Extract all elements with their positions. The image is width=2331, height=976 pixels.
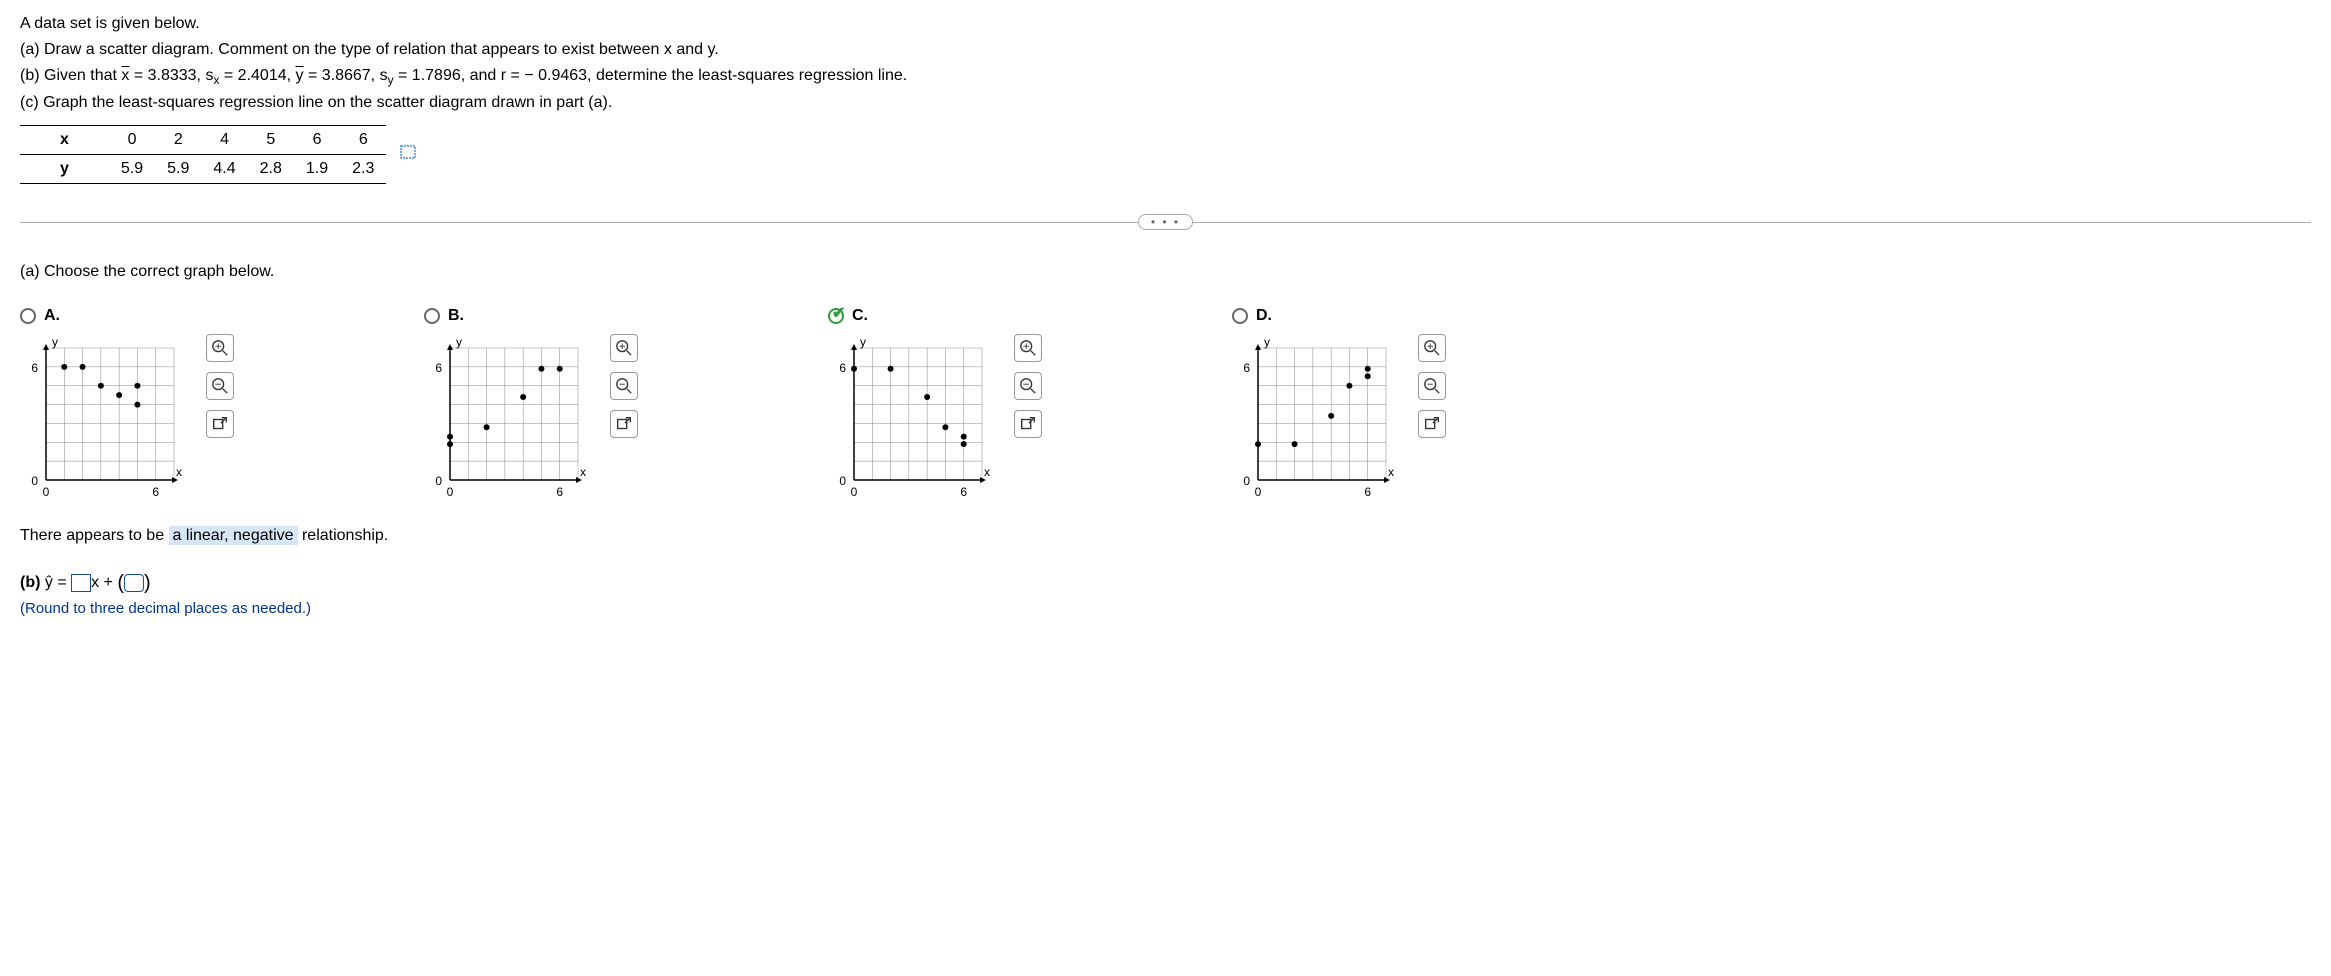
problem-statement: A data set is given below. (a) Draw a sc… [20,12,2311,115]
svg-text:6: 6 [1243,361,1250,375]
svg-text:0: 0 [447,485,454,499]
option-label: B. [448,304,464,328]
rounding-instruction: (Round to three decimal places as needed… [20,598,2311,621]
svg-text:6: 6 [435,361,442,375]
svg-text:0: 0 [43,485,50,499]
zoom-in-icon[interactable] [610,334,638,362]
zoom-in-icon[interactable] [1418,334,1446,362]
section-divider: • • • [20,214,2311,230]
popout-icon[interactable] [206,410,234,438]
option-label: D. [1256,304,1272,328]
part-b-text: (b) Given that x = 3.8333, sx = 2.4014, … [20,64,2311,89]
svg-text:0: 0 [1243,474,1250,488]
intro-line: A data set is given below. [20,12,2311,36]
scatter-c: y x 0 6 0 6 [828,334,998,504]
radio-b[interactable] [424,308,440,324]
zoom-out-icon[interactable] [206,372,234,400]
table-row: x 0 2 4 5 6 6 [20,126,386,155]
expand-dots-button[interactable]: • • • [1138,214,1193,230]
option-label: A. [44,304,60,328]
relationship-sentence: There appears to be a linear, negative r… [20,524,2311,548]
svg-text:0: 0 [31,474,38,488]
svg-text:x: x [176,465,182,479]
svg-text:x: x [984,465,990,479]
svg-text:0: 0 [839,474,846,488]
data-table: x 0 2 4 5 6 6 y 5.9 5.9 4.4 2.8 1.9 2.3 [20,125,386,184]
part-a-text: (a) Draw a scatter diagram. Comment on t… [20,38,2311,62]
svg-text:y: y [1264,335,1270,349]
popout-icon[interactable] [1418,410,1446,438]
option-label: C. [852,304,868,328]
expand-table-icon[interactable] [400,143,416,167]
scatter-a: y x 0 6 0 6 [20,334,190,504]
graph-options: A. y x 0 6 0 6 B. y x 0 6 0 6 C. [20,304,2311,504]
zoom-out-icon[interactable] [1014,372,1042,400]
zoom-out-icon[interactable] [610,372,638,400]
zoom-in-icon[interactable] [1014,334,1042,362]
option-d: D. y x 0 6 0 6 [1232,304,1446,504]
svg-text:x: x [580,465,586,479]
svg-text:0: 0 [435,474,442,488]
svg-text:y: y [860,335,866,349]
part-b-equation: (b) ŷ = x + () (Round to three decimal p… [20,568,2311,621]
svg-text:6: 6 [152,485,159,499]
svg-text:6: 6 [31,361,38,375]
table-row: y 5.9 5.9 4.4 2.8 1.9 2.3 [20,155,386,184]
popout-icon[interactable] [1014,410,1042,438]
svg-text:6: 6 [556,485,563,499]
radio-d[interactable] [1232,308,1248,324]
zoom-out-icon[interactable] [1418,372,1446,400]
relationship-answer: a linear, negative [169,526,298,545]
svg-text:y: y [52,335,58,349]
svg-text:6: 6 [960,485,967,499]
option-b: B. y x 0 6 0 6 [424,304,638,504]
popout-icon[interactable] [610,410,638,438]
svg-text:0: 0 [1255,485,1262,499]
svg-text:x: x [1388,465,1394,479]
scatter-b: y x 0 6 0 6 [424,334,594,504]
intercept-input[interactable] [124,574,144,592]
part-c-text: (c) Graph the least-squares regression l… [20,91,2311,115]
slope-input[interactable] [71,574,91,592]
option-a: A. y x 0 6 0 6 [20,304,234,504]
option-c: C. y x 0 6 0 6 [828,304,1042,504]
scatter-d: y x 0 6 0 6 [1232,334,1402,504]
radio-a[interactable] [20,308,36,324]
svg-text:0: 0 [851,485,858,499]
svg-text:6: 6 [839,361,846,375]
svg-text:6: 6 [1364,485,1371,499]
part-a-prompt: (a) Choose the correct graph below. [20,260,2311,284]
zoom-in-icon[interactable] [206,334,234,362]
svg-text:y: y [456,335,462,349]
radio-c[interactable] [828,308,844,324]
